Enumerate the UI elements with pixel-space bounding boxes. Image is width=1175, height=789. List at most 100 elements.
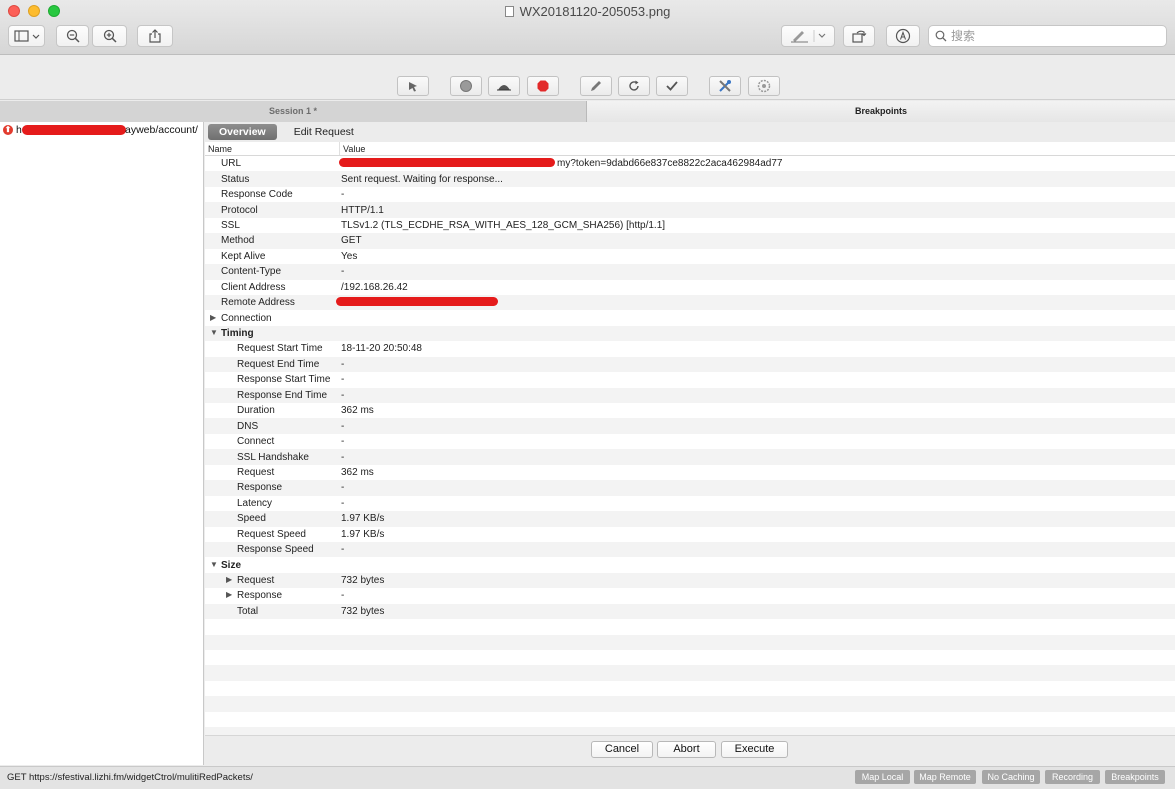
session-tab-bar: Session 1 * Breakpoints [0,101,1175,122]
window-title-container: WX20181120-205053.png [0,4,1175,19]
table-row[interactable]: ▶ Request 732 bytes [205,572,1175,589]
breakpoints-button[interactable] [527,76,559,96]
tab-breakpoints[interactable]: Breakpoints [587,101,1175,122]
row-name: URL [221,158,242,170]
record-button[interactable] [450,76,482,96]
row-name-cell: ▶ Response [205,590,341,601]
breakpoints-toggle[interactable]: Breakpoints [1105,770,1165,784]
cancel-button[interactable]: Cancel [591,741,653,758]
row-name-cell: Method [205,235,341,246]
table-row[interactable]: DNS - [205,418,1175,434]
row-value: 362 ms [341,405,374,417]
clear-session-button[interactable] [397,76,429,96]
row-name: Response Speed [237,544,314,556]
request-tree: ⬆ h ayweb/account/ [0,122,204,765]
zoom-out-button[interactable] [56,25,89,47]
row-name-cell: ▶ Request [205,575,341,586]
disclosure-collapsed-icon[interactable]: ▶ [226,590,232,599]
table-row[interactable]: Latency - [205,495,1175,512]
table-row[interactable]: ▶ Response - [205,588,1175,604]
tree-item-breakpoint[interactable]: ⬆ h ayweb/account/ [0,122,203,138]
markup-button[interactable] [781,25,835,47]
table-row[interactable]: Connect - [205,433,1175,450]
table-row[interactable]: Method GET [205,233,1175,249]
table-row[interactable]: Content-Type - [205,264,1175,280]
row-value: Sent request. Waiting for response... [341,173,503,185]
disclosure-collapsed-icon[interactable]: ▶ [226,575,232,584]
table-row[interactable]: Client Address/192.168.26.42 [205,279,1175,295]
table-row[interactable]: Request Speed 1.97 KB/s [205,526,1175,542]
map-remote-toggle[interactable]: Map Remote [914,770,976,784]
disclosure-expanded-icon[interactable]: ▼ [210,560,218,569]
row-value: - [341,189,345,201]
table-row[interactable]: Protocol HTTP/1.1 [205,202,1175,218]
column-header-value[interactable]: Value [340,142,365,155]
table-row[interactable]: Total 732 bytes [205,603,1175,620]
column-header-name[interactable]: Name [205,142,340,155]
settings-button[interactable] [748,76,780,96]
record-icon [460,80,472,92]
table-row[interactable]: Request Start Time 18-11-20 20:50:48 [205,341,1175,357]
sidebar-icon [13,30,39,42]
throttle-button[interactable] [488,76,520,96]
compose-button[interactable] [580,76,612,96]
table-row[interactable]: ▶ Connection [205,310,1175,326]
detail-pane: Overview Edit Request Name Value URL my?t… [205,122,1175,765]
table-row[interactable]: Response End Time - [205,387,1175,403]
tab-edit-request[interactable]: Edit Request [283,124,365,140]
row-name: Connect [237,436,275,448]
validate-button[interactable] [656,76,688,96]
row-value: - [341,590,345,602]
table-row[interactable]: Status Sent request. Waiting for response… [205,171,1175,187]
repeat-icon [629,80,639,91]
table-row[interactable]: Kept Alive Yes [205,248,1175,265]
no-caching-toggle[interactable]: No Caching [982,770,1040,784]
row-value: - [341,497,345,509]
recording-toggle[interactable]: Recording [1045,770,1100,784]
validate-icon [666,81,678,91]
throttle-icon [497,85,511,91]
disclosure-expanded-icon[interactable]: ▼ [210,328,218,337]
share-icon [149,29,161,43]
table-row[interactable]: Request End Time - [205,356,1175,373]
row-name-cell: Response Start Time [205,374,341,385]
tab-overview[interactable]: Overview [208,124,277,140]
share-button[interactable] [137,25,173,47]
row-name: DNS [237,420,259,432]
table-row[interactable]: Request 362 ms [205,464,1175,481]
search-input[interactable]: 搜索 [928,25,1167,47]
search-icon [935,30,947,42]
rotate-button[interactable] [843,25,875,47]
map-local-toggle[interactable]: Map Local [855,770,910,784]
row-name: Response Code [221,189,293,201]
row-value: Yes [341,250,358,262]
row-name-cell: Response Speed [205,544,341,555]
redaction-mark-url [339,158,555,167]
table-row[interactable]: ▼ Timing [205,325,1175,342]
execute-button[interactable]: Execute [721,741,788,758]
table-row[interactable]: Response Start Time - [205,372,1175,388]
document-icon [504,6,514,17]
sidebar-toggle-button[interactable] [8,25,45,47]
tab-session[interactable]: Session 1 * [0,101,587,122]
row-name-cell: Response Code [205,189,341,200]
empty-table-row [205,619,1175,635]
table-row[interactable]: Response - [205,480,1175,496]
window-title: WX20181120-205053.png [519,4,671,19]
table-row[interactable]: ▼ Size [205,557,1175,573]
row-name: Response [237,482,283,494]
zoom-in-button[interactable] [92,25,127,47]
abort-button[interactable]: Abort [657,741,716,758]
table-row[interactable]: Speed 1.97 KB/s [205,511,1175,527]
table-header: Name Value [205,142,1175,156]
table-row[interactable]: SSL TLSv1.2 (TLS_ECDHE_RSA_WITH_AES_128_G… [205,217,1175,234]
empty-table-row [205,696,1175,712]
tools-button[interactable] [709,76,741,96]
annotate-button[interactable] [886,25,920,47]
disclosure-collapsed-icon[interactable]: ▶ [210,313,216,322]
table-row[interactable]: Response Speed - [205,541,1175,558]
table-row[interactable]: Duration 362 ms [205,403,1175,419]
repeat-button[interactable] [618,76,650,96]
table-row[interactable]: SSL Handshake - [205,449,1175,465]
table-row[interactable]: Response Code - [205,186,1175,203]
